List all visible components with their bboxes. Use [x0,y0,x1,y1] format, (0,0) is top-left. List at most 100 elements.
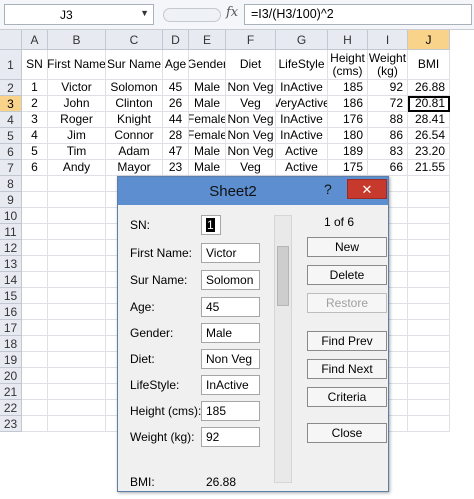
field-input[interactable]: Non Veg [201,349,260,369]
cell-g6[interactable]: Active [276,144,328,160]
cell-b17[interactable] [48,320,106,336]
cell-b19[interactable] [48,352,106,368]
cell-a15[interactable] [22,288,48,304]
cell-g5[interactable]: InActive [276,128,328,144]
row-header-18[interactable]: 18 [0,336,22,352]
row-header-7[interactable]: 7 [0,160,22,176]
new-button[interactable]: New [307,237,387,257]
field-input[interactable]: 45 [201,297,260,317]
formula-bar-resize-handle[interactable] [163,8,221,22]
row-header-19[interactable]: 19 [0,352,22,368]
cell-j23[interactable] [408,416,450,432]
cell-b8[interactable] [48,176,106,192]
row-header-22[interactable]: 22 [0,400,22,416]
cell-a23[interactable] [22,416,48,432]
column-title-cell[interactable]: Gender [189,50,226,80]
column-header-a[interactable]: A [22,30,48,50]
cell-a20[interactable] [22,368,48,384]
select-all-corner[interactable] [0,30,22,50]
cell-j3[interactable]: 20.81 [408,96,450,112]
cell-d4[interactable]: 44 [163,112,189,128]
row-header-8[interactable]: 8 [0,176,22,192]
cell-j16[interactable] [408,304,450,320]
cell-c2[interactable]: Solomon [106,80,163,96]
column-title-cell[interactable]: BMI [408,50,450,80]
scrollbar-thumb[interactable] [277,246,289,306]
cell-d6[interactable]: 47 [163,144,189,160]
column-header-b[interactable]: B [48,30,106,50]
row-header-2[interactable]: 2 [0,80,22,96]
cell-e5[interactable]: Female [189,128,226,144]
column-title-cell[interactable]: Weight (kg) [368,50,408,80]
row-header-6[interactable]: 6 [0,144,22,160]
cell-a16[interactable] [22,304,48,320]
find-prev-button[interactable]: Find Prev [307,331,387,351]
cell-i7[interactable]: 66 [368,160,408,176]
cell-b9[interactable] [48,192,106,208]
cell-a14[interactable] [22,272,48,288]
cell-e4[interactable]: Female [189,112,226,128]
cell-i5[interactable]: 86 [368,128,408,144]
cell-g2[interactable]: InActive [276,80,328,96]
cell-c3[interactable]: Clinton [106,96,163,112]
cell-a12[interactable] [22,240,48,256]
cell-b6[interactable]: Tim [48,144,106,160]
row-header-15[interactable]: 15 [0,288,22,304]
cell-a10[interactable] [22,208,48,224]
cell-a5[interactable]: 4 [22,128,48,144]
row-header-5[interactable]: 5 [0,128,22,144]
cell-g3[interactable]: VeryActive [276,96,328,112]
cell-d3[interactable]: 26 [163,96,189,112]
cell-e6[interactable]: Male [189,144,226,160]
cell-j9[interactable] [408,192,450,208]
cell-j20[interactable] [408,368,450,384]
cell-i6[interactable]: 83 [368,144,408,160]
cell-h6[interactable]: 189 [328,144,368,160]
column-title-cell[interactable]: Diet [226,50,276,80]
cell-h2[interactable]: 185 [328,80,368,96]
cell-h5[interactable]: 180 [328,128,368,144]
row-header-23[interactable]: 23 [0,416,22,432]
field-input[interactable]: 185 [201,401,260,421]
cell-j2[interactable]: 26.88 [408,80,450,96]
row-header-17[interactable]: 17 [0,320,22,336]
cell-a2[interactable]: 1 [22,80,48,96]
field-input[interactable]: InActive [201,375,260,395]
cell-d5[interactable]: 28 [163,128,189,144]
cell-a18[interactable] [22,336,48,352]
cell-f4[interactable]: Non Veg [226,112,276,128]
cell-b14[interactable] [48,272,106,288]
cell-j14[interactable] [408,272,450,288]
cell-b13[interactable] [48,256,106,272]
cell-j21[interactable] [408,384,450,400]
cell-b21[interactable] [48,384,106,400]
cell-b18[interactable] [48,336,106,352]
row-header-10[interactable]: 10 [0,208,22,224]
insert-function-icon[interactable]: fx [226,5,238,20]
cell-a22[interactable] [22,400,48,416]
cell-j10[interactable] [408,208,450,224]
cell-f6[interactable]: Non Veg [226,144,276,160]
row-header-1[interactable]: 1 [0,50,22,80]
row-header-20[interactable]: 20 [0,368,22,384]
cell-j11[interactable] [408,224,450,240]
cell-f5[interactable]: Non Veg [226,128,276,144]
row-header-14[interactable]: 14 [0,272,22,288]
cell-f2[interactable]: Non Veg [226,80,276,96]
cell-b2[interactable]: Victor [48,80,106,96]
cell-a19[interactable] [22,352,48,368]
cell-b23[interactable] [48,416,106,432]
cell-b16[interactable] [48,304,106,320]
name-box[interactable]: J3 ▼ [4,4,154,25]
cell-i4[interactable]: 88 [368,112,408,128]
column-header-j[interactable]: J [408,30,450,50]
cell-i2[interactable]: 92 [368,80,408,96]
cell-g7[interactable]: Active [276,160,328,176]
row-header-21[interactable]: 21 [0,384,22,400]
cell-b15[interactable] [48,288,106,304]
cell-j18[interactable] [408,336,450,352]
cell-j6[interactable]: 23.20 [408,144,450,160]
cell-a7[interactable]: 6 [22,160,48,176]
field-input[interactable]: Solomon [201,270,260,290]
column-title-cell[interactable]: Sur Name [106,50,163,80]
